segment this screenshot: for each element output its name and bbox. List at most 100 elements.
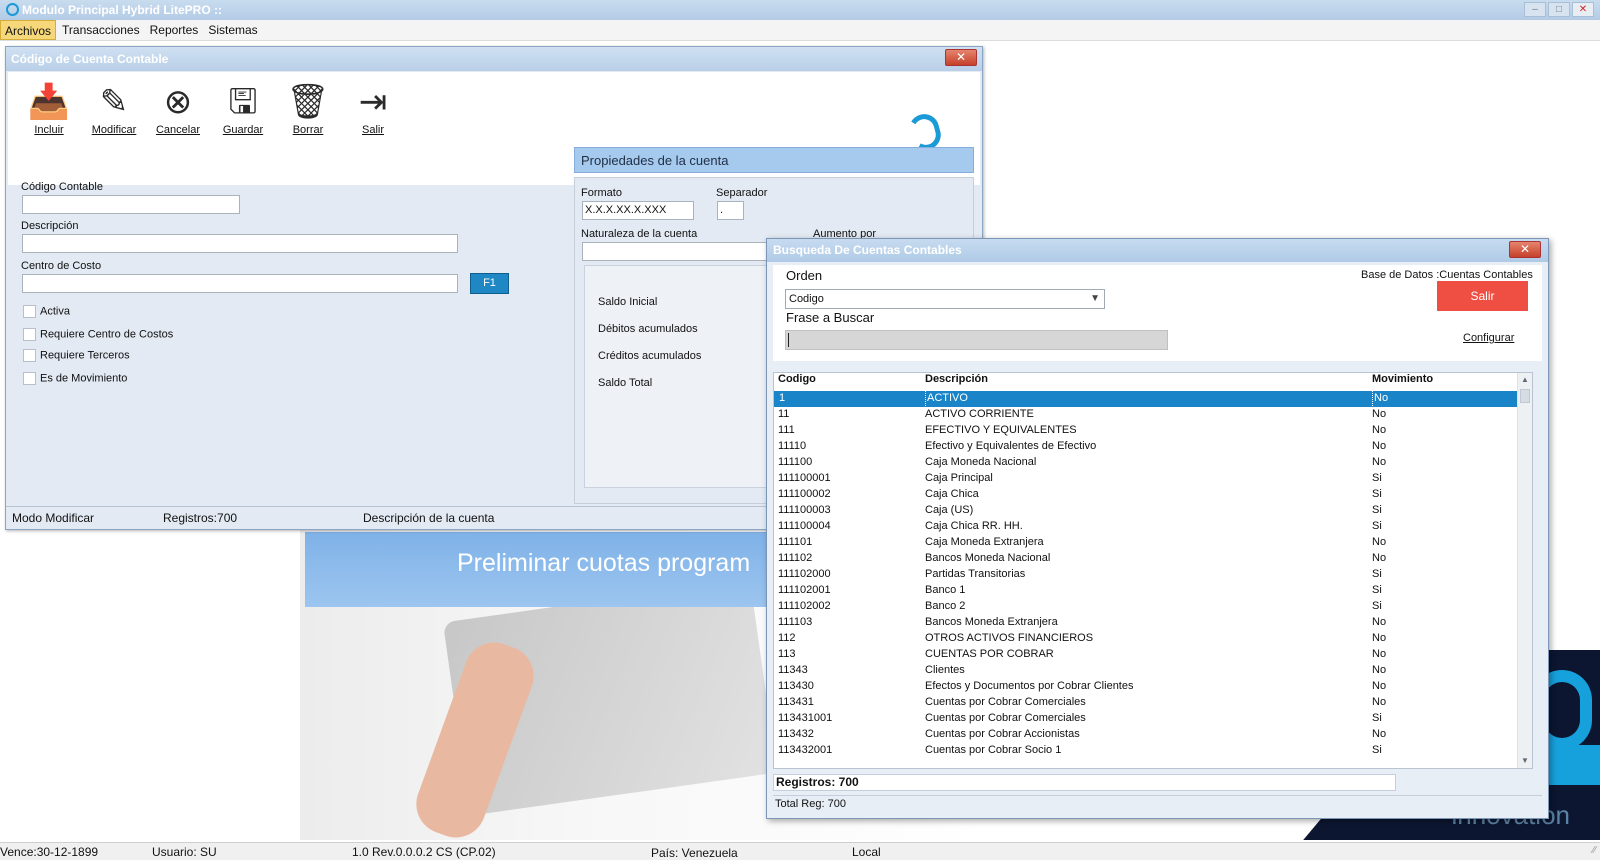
- table-row[interactable]: 111100004 Caja Chica RR. HH. Si: [774, 519, 1519, 535]
- properties-header: Propiedades de la cuenta: [574, 147, 974, 173]
- incluir-label: Incluir: [34, 124, 64, 136]
- cell-codigo: 113431: [778, 696, 814, 708]
- separador-input[interactable]: .: [717, 201, 744, 220]
- trash-icon: 🗑: [286, 83, 330, 121]
- account-search-window: Busqueda De Cuentas Contables ✕ Orden Co…: [766, 238, 1549, 819]
- table-row[interactable]: 11 ACTIVO CORRIENTE No: [774, 407, 1519, 423]
- creditos-label: Créditos acumulados: [598, 350, 702, 362]
- text-cursor: [788, 333, 789, 347]
- salir-toolbar-button[interactable]: ⇥ Salir: [344, 80, 402, 136]
- search-input[interactable]: [785, 330, 1168, 350]
- centro-costo-input[interactable]: [22, 274, 458, 293]
- cell-codigo: 111102002: [778, 600, 831, 612]
- checkbox-box: [23, 305, 36, 318]
- cell-descripcion: Banco 2: [925, 600, 966, 612]
- descripcion-input[interactable]: [22, 234, 458, 253]
- orden-select[interactable]: Codigo ▼: [785, 289, 1105, 309]
- table-row[interactable]: 111102000 Partidas Transitorias Si: [774, 567, 1519, 583]
- table-row[interactable]: 113432001 Cuentas por Cobrar Socio 1 Si: [774, 743, 1519, 759]
- cell-movimiento: Si: [1372, 520, 1382, 532]
- table-row[interactable]: 113431001 Cuentas por Cobrar Comerciales S…: [774, 711, 1519, 727]
- formato-label: Formato: [581, 187, 622, 199]
- resize-grip-icon[interactable]: ∕∕: [1593, 845, 1596, 856]
- naturaleza-input[interactable]: [582, 242, 772, 261]
- table-row[interactable]: 111102002 Banco 2 Si: [774, 599, 1519, 615]
- borrar-button[interactable]: 🗑 Borrar: [279, 80, 337, 136]
- incluir-button[interactable]: 📥 Incluir: [20, 80, 78, 136]
- table-row[interactable]: 111100002 Caja Chica Si: [774, 487, 1519, 503]
- table-row[interactable]: 11110 Efectivo y Equivalentes de Efectivo…: [774, 439, 1519, 455]
- menu-transacciones[interactable]: Transacciones: [58, 20, 144, 40]
- guardar-button[interactable]: 🖫 Guardar: [214, 80, 272, 136]
- menu-bar: Archivos Transacciones Reportes Sistemas: [0, 20, 1600, 41]
- table-row[interactable]: 111102001 Banco 1 Si: [774, 583, 1519, 599]
- table-row[interactable]: 111101 Caja Moneda Extranjera No: [774, 535, 1519, 551]
- movimiento-checkbox[interactable]: Es de Movimiento: [23, 372, 127, 385]
- grid-scrollbar[interactable]: ▲ ▼: [1517, 373, 1532, 768]
- column-movimiento[interactable]: Movimiento: [1372, 373, 1433, 385]
- cell-movimiento: Si: [1372, 568, 1382, 580]
- table-row[interactable]: 111102 Bancos Moneda Nacional No: [774, 551, 1519, 567]
- table-row[interactable]: 11343 Clientes No: [774, 663, 1519, 679]
- local-status: Local: [852, 845, 881, 859]
- cell-movimiento: Si: [1372, 744, 1382, 756]
- cell-codigo: 111102000: [778, 568, 831, 580]
- centro-costos-checkbox[interactable]: Requiere Centro de Costos: [23, 328, 173, 341]
- table-row[interactable]: 113431 Cuentas por Cobrar Comerciales No: [774, 695, 1519, 711]
- scroll-up-icon[interactable]: ▲: [1518, 373, 1532, 387]
- maximize-button[interactable]: □: [1548, 2, 1570, 17]
- activa-label: Activa: [40, 305, 70, 318]
- activa-checkbox[interactable]: Activa: [23, 305, 70, 318]
- search-window-close-button[interactable]: ✕: [1509, 241, 1541, 258]
- cell-movimiento: No: [1372, 456, 1387, 468]
- cell-codigo: 113431001: [778, 712, 833, 724]
- cell-codigo: 11: [778, 408, 790, 420]
- salir-label: Salir: [361, 124, 384, 136]
- cell-movimiento: No: [1372, 664, 1387, 676]
- cancelar-button[interactable]: ⊗ Cancelar: [149, 80, 207, 136]
- naturaleza-label: Naturaleza de la cuenta: [581, 228, 698, 240]
- close-app-button[interactable]: ✕: [1572, 2, 1594, 17]
- table-row[interactable]: 113432 Cuentas por Cobrar Accionistas No: [774, 727, 1519, 743]
- table-row[interactable]: 1 ACTIVO No: [774, 391, 1519, 407]
- table-row[interactable]: 111100003 Caja (US) Si: [774, 503, 1519, 519]
- f1-button[interactable]: F1: [470, 273, 509, 294]
- movimiento-label: Es de Movimiento: [40, 372, 128, 385]
- column-codigo[interactable]: Codigo: [778, 373, 816, 385]
- configurar-link[interactable]: Configurar: [1463, 332, 1514, 344]
- cancelar-label: Cancelar: [155, 124, 201, 136]
- scroll-thumb[interactable]: [1520, 389, 1530, 403]
- terceros-checkbox[interactable]: Requiere Terceros: [23, 349, 130, 362]
- menu-reportes[interactable]: Reportes: [146, 20, 203, 40]
- cell-movimiento: No: [1372, 696, 1387, 708]
- orden-label: Orden: [786, 268, 823, 283]
- codigo-contable-label: Código Contable: [21, 181, 103, 193]
- scroll-down-icon[interactable]: ▼: [1518, 754, 1532, 768]
- cell-descripcion: Caja Chica RR. HH.: [925, 520, 1023, 532]
- search-controls: Orden Codigo ▼ Frase a Buscar Base de Da…: [773, 265, 1542, 361]
- cell-movimiento: Si: [1372, 472, 1382, 484]
- formato-input[interactable]: X.X.X.XX.X.XXX: [582, 201, 694, 220]
- menu-archivos[interactable]: Archivos: [0, 20, 57, 40]
- table-row[interactable]: 112 OTROS ACTIVOS FINANCIEROS No: [774, 631, 1519, 647]
- modificar-label: Modificar: [91, 124, 137, 136]
- table-row[interactable]: 111100001 Caja Principal Si: [774, 471, 1519, 487]
- modificar-button[interactable]: ✎ Modificar: [85, 80, 143, 136]
- table-row[interactable]: 111100 Caja Moneda Nacional No: [774, 455, 1519, 471]
- menu-sistemas[interactable]: Sistemas: [204, 20, 261, 40]
- table-row[interactable]: 113 CUENTAS POR COBRAR No: [774, 647, 1519, 663]
- salir-button[interactable]: Salir: [1437, 281, 1528, 311]
- codigo-contable-input[interactable]: [22, 195, 240, 214]
- cell-codigo: 1: [779, 392, 786, 404]
- table-row[interactable]: 111 EFECTIVO Y EQUIVALENTES No: [774, 423, 1519, 439]
- minimize-button[interactable]: –: [1524, 2, 1546, 17]
- records-status: Registros:700: [163, 511, 238, 525]
- cell-descripcion: Efectivo y Equivalentes de Efectivo: [925, 440, 1097, 452]
- table-row[interactable]: 113430 Efectos y Documentos por Cobrar Cl…: [774, 679, 1519, 695]
- column-descripcion[interactable]: Descripción: [925, 373, 988, 385]
- cell-descripcion: OTROS ACTIVOS FINANCIEROS: [925, 632, 1094, 644]
- separador-label: Separador: [716, 187, 768, 199]
- table-row[interactable]: 111103 Bancos Moneda Extranjera No: [774, 615, 1519, 631]
- frase-label: Frase a Buscar: [786, 310, 875, 325]
- account-window-close-button[interactable]: ✕: [945, 49, 977, 66]
